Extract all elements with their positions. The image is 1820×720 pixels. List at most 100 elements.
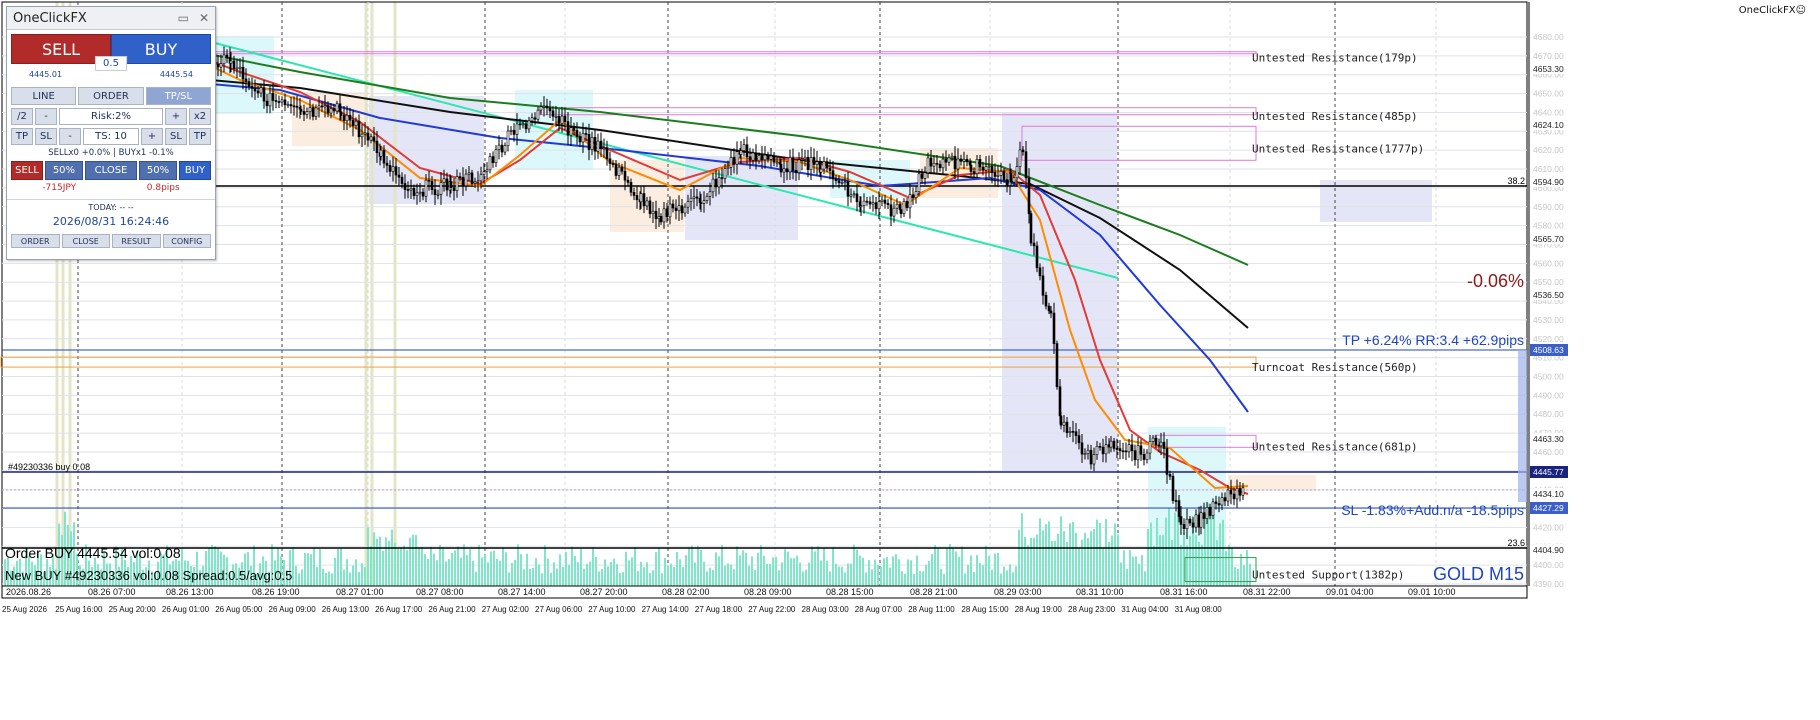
candle-body [978,159,982,168]
volume-bar [853,544,855,586]
candle-body [883,199,887,204]
time-label-top: 08.26 19:00 [252,587,300,597]
candle-body [1095,445,1099,455]
candle-body [674,207,678,211]
sl-left-button[interactable]: SL [35,128,57,145]
price-chart[interactable]: Untested Resistance(179p) Untested Resist… [0,0,1820,720]
candle-body [479,174,483,182]
price-tick: 4530.00 [1533,315,1564,325]
close-sell-button[interactable]: SELL [11,161,43,180]
volume-bar [502,547,504,586]
volume-bar [391,529,393,586]
risk-value: Risk:2% [59,108,163,125]
volume-bar [898,559,900,586]
tab-order[interactable]: ORDER [78,87,144,105]
halve-button[interactable]: /2 [11,108,33,125]
volume-bar [1138,563,1140,586]
candle-body [920,173,924,179]
volume-bar [1174,512,1176,586]
candle-body [403,183,407,190]
footer-order-button[interactable]: ORDER [11,234,60,248]
candle-body [253,88,257,92]
candle-body [461,177,465,187]
change-percent: -0.06% [1467,271,1524,291]
volume-bar [355,559,357,586]
volume-bar [496,558,498,586]
candle-body [256,90,260,94]
volume-bar [835,563,837,586]
volume-bar [304,552,306,586]
candle-body [822,161,826,170]
sl-right-button[interactable]: SL [165,128,187,145]
time-label-top: 08.26 07:00 [88,587,136,597]
volume-bar [481,557,483,586]
close-icon[interactable]: ✕ [199,11,209,25]
candle-body [317,105,321,109]
candle-body [714,178,718,188]
footer-config-button[interactable]: CONFIG [162,234,211,248]
ts-minus-button[interactable]: - [59,128,81,145]
volume-bar [1120,562,1122,586]
volume-bar [934,545,936,586]
risk-plus-button[interactable]: + [165,108,187,125]
candle-body [554,116,558,118]
footer-close-button[interactable]: CLOSE [61,234,110,248]
volume-bar [787,551,789,586]
tab-line[interactable]: LINE [11,87,77,105]
volume-bar [1000,573,1002,586]
volume-bar [517,544,519,586]
volume-bar [499,560,501,586]
volume-bar [1216,540,1218,586]
close-all-button[interactable]: CLOSE [84,161,138,180]
panel-titlebar[interactable]: OneClickFX ▭ ✕ [7,7,215,30]
candle-body [908,194,912,209]
candle-body [1089,449,1093,465]
volume-bar [796,555,798,586]
time-label-bottom: 26 Aug 21:00 [428,605,476,614]
volume-bar [1123,550,1125,586]
footer-result-button[interactable]: RESULT [112,234,161,248]
time-label-bottom: 27 Aug 06:00 [535,605,583,614]
candle-body [406,189,410,191]
close-half-sell-button[interactable]: 50% [45,161,83,180]
lot-size[interactable]: 0.5 [95,56,127,71]
oneclick-panel: OneClickFX ▭ ✕ SELL BUY 0.5 4445.01 4445… [6,6,216,260]
candle-body [596,140,600,152]
candle-body [608,158,612,164]
volume-bar [667,565,669,586]
candle-body [369,136,373,141]
price-label: 4594.90 [1533,177,1564,187]
candle-body [357,120,361,138]
volume-bar [1045,524,1047,586]
candle-body [962,158,966,162]
tp-right-button[interactable]: TP [189,128,211,145]
close-buy-button[interactable]: BUY [178,161,211,180]
candle-body [911,194,915,198]
ts-plus-button[interactable]: + [141,128,163,145]
close-half-buy-button[interactable]: 50% [139,161,177,180]
volume-bar [712,569,714,586]
new-buy-info: New BUY #49230336 vol:0.08 Spread:0.5/av… [5,568,292,583]
pl-money: -715JPY [42,183,77,193]
candle-body [265,100,269,107]
volume-bar [778,570,780,586]
tab-tpsl[interactable]: TP/SL [145,87,211,105]
volume-bar [463,544,465,586]
volume-bar [889,567,891,586]
volume-bar [1042,530,1044,586]
double-button[interactable]: x2 [189,108,211,125]
volume-bar [451,552,453,586]
volume-bar [1159,535,1161,586]
volume-bar [613,558,615,586]
tp-left-button[interactable]: TP [11,128,33,145]
minimize-icon[interactable]: ▭ [178,11,189,25]
volume-bar [631,557,633,586]
risk-minus-button[interactable]: - [35,108,57,125]
candle-body [1220,497,1224,506]
volume-bar [868,560,870,586]
volume-bar [1102,547,1104,586]
volume-bar [919,571,921,586]
volume-bar [532,567,534,586]
time-label-bottom: 26 Aug 17:00 [375,605,423,614]
candle-body [439,182,443,195]
